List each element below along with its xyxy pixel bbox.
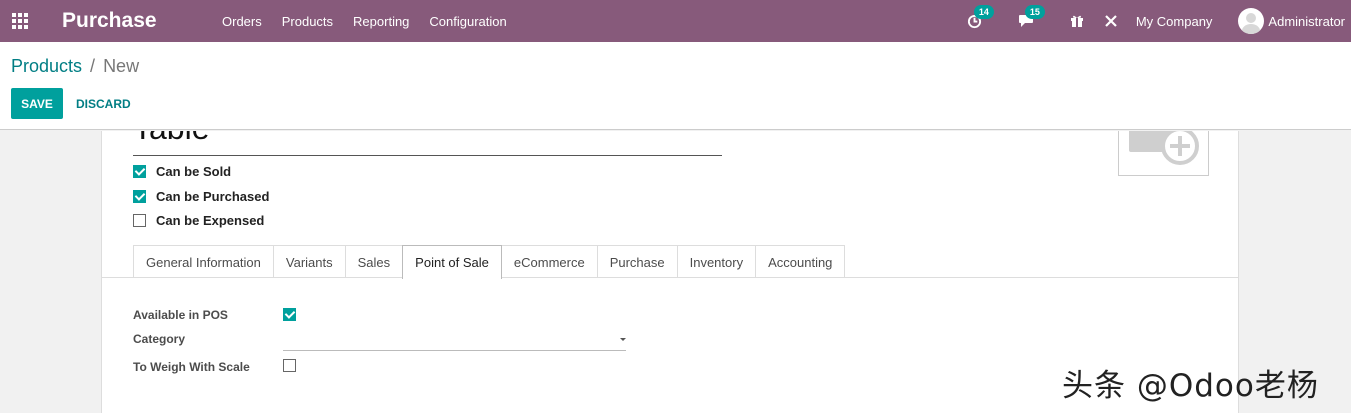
to-weigh-with-scale-label: To Weigh With Scale xyxy=(133,360,250,374)
can-be-purchased-label: Can be Purchased xyxy=(156,189,270,204)
tab-sales[interactable]: Sales xyxy=(344,245,404,278)
to-weigh-with-scale-checkbox[interactable] xyxy=(283,359,296,372)
messages-badge: 15 xyxy=(1024,5,1045,19)
user-avatar-icon xyxy=(1238,8,1265,34)
breadcrumb-separator: / xyxy=(90,56,96,76)
can-be-expensed-option[interactable]: Can be Expensed xyxy=(133,213,264,228)
breadcrumb-current: New xyxy=(103,56,140,76)
tab-point-of-sale[interactable]: Point of Sale xyxy=(402,245,502,279)
can-be-purchased-option[interactable]: Can be Purchased xyxy=(133,189,269,204)
tab-general-information[interactable]: General Information xyxy=(133,245,274,278)
menu-products[interactable]: Products xyxy=(272,14,343,29)
available-in-pos-label: Available in POS xyxy=(133,308,228,322)
save-button[interactable]: SAVE xyxy=(11,88,63,119)
menu-reporting[interactable]: Reporting xyxy=(343,14,419,29)
activity-clock-icon[interactable]: 14 xyxy=(957,4,994,29)
top-navbar: Purchase Orders Products Reporting Confi… xyxy=(0,0,1351,42)
product-image-upload[interactable] xyxy=(1118,131,1209,176)
can-be-purchased-checkbox[interactable] xyxy=(133,190,146,203)
tab-variants[interactable]: Variants xyxy=(272,245,346,278)
category-label: Category xyxy=(133,332,186,346)
category-select[interactable] xyxy=(283,330,626,351)
tab-inventory[interactable]: Inventory xyxy=(676,245,757,278)
product-name-value: Table xyxy=(133,131,210,155)
can-be-sold-checkbox[interactable] xyxy=(133,165,146,178)
breadcrumb-products[interactable]: Products xyxy=(11,56,82,76)
notebook-tabs: General Information Variants Sales Point… xyxy=(133,245,846,279)
can-be-sold-label: Can be Sold xyxy=(156,164,232,179)
app-title[interactable]: Purchase xyxy=(62,9,212,33)
tabs-divider xyxy=(102,277,1238,278)
user-menu[interactable]: Administrator xyxy=(1238,8,1345,34)
discard-button[interactable]: DISCARD xyxy=(66,88,141,119)
control-panel: Products / New SAVE DISCARD xyxy=(0,42,1351,130)
company-switcher[interactable]: My Company xyxy=(1136,14,1213,29)
tab-purchase[interactable]: Purchase xyxy=(596,245,678,278)
watermark: 头条 @Odoo老杨 xyxy=(1062,368,1319,404)
available-in-pos-checkbox[interactable] xyxy=(283,308,296,321)
tab-ecommerce[interactable]: eCommerce xyxy=(500,245,598,278)
activity-badge: 14 xyxy=(973,4,994,19)
menu-configuration[interactable]: Configuration xyxy=(419,14,516,29)
caret-down-icon xyxy=(620,338,626,341)
can-be-expensed-checkbox[interactable] xyxy=(133,214,146,227)
debug-tools-icon[interactable] xyxy=(1094,14,1128,28)
tab-accounting[interactable]: Accounting xyxy=(755,245,846,278)
main-menu: Orders Products Reporting Configuration xyxy=(212,14,517,29)
product-name-field[interactable]: Table xyxy=(133,131,722,156)
chat-icon[interactable]: 15 xyxy=(1008,5,1045,28)
menu-orders[interactable]: Orders xyxy=(212,14,272,29)
breadcrumb: Products / New xyxy=(11,56,139,77)
systray: 14 15 My Company Administrator xyxy=(957,0,1351,42)
gift-icon[interactable] xyxy=(1060,14,1094,28)
add-image-icon xyxy=(1161,131,1199,165)
can-be-sold-option[interactable]: Can be Sold xyxy=(133,164,231,179)
user-name: Administrator xyxy=(1268,13,1345,29)
can-be-expensed-label: Can be Expensed xyxy=(156,213,265,228)
apps-grid-icon[interactable] xyxy=(0,0,40,42)
